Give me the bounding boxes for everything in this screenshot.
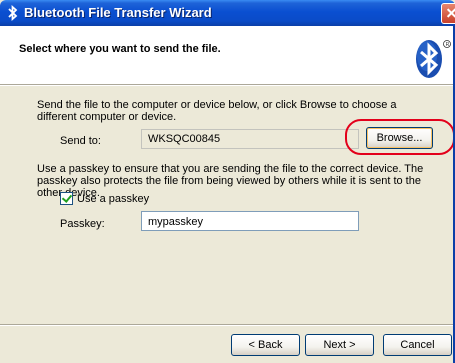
close-button[interactable]: [441, 3, 455, 24]
wizard-header: Select where you want to send the file. …: [0, 26, 455, 84]
highlight-circle: [345, 119, 455, 155]
bluetooth-icon: [8, 5, 18, 21]
page-title: Select where you want to send the file.: [19, 43, 221, 55]
use-passkey-label[interactable]: Use a passkey: [77, 193, 149, 205]
footer-divider: [0, 324, 455, 326]
send-to-label: Send to:: [60, 135, 101, 147]
send-to-field: WKSQC00845: [141, 129, 359, 149]
back-button[interactable]: < Back: [231, 334, 300, 356]
passkey-input[interactable]: [141, 211, 359, 231]
passkey-label: Passkey:: [60, 218, 105, 230]
svg-text:R: R: [446, 42, 450, 48]
header-divider: [0, 84, 455, 86]
cancel-button[interactable]: Cancel: [383, 334, 452, 356]
title-bar[interactable]: Bluetooth File Transfer Wizard: [0, 0, 455, 26]
next-button[interactable]: Next >: [305, 334, 374, 356]
bluetooth-logo-icon: R: [416, 40, 451, 78]
window-title: Bluetooth File Transfer Wizard: [24, 5, 212, 20]
wizard-window: Bluetooth File Transfer Wizard Select wh…: [0, 0, 455, 363]
use-passkey-checkbox[interactable]: [60, 192, 73, 205]
